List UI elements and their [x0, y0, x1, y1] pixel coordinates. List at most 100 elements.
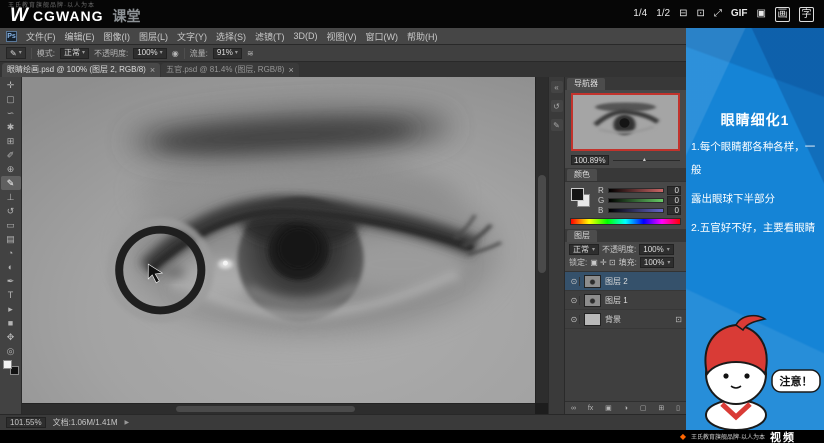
- brushes-panel-icon[interactable]: ✎: [550, 119, 563, 131]
- speed-quarter-button[interactable]: 1/4: [633, 7, 647, 21]
- draw-button[interactable]: 画: [775, 6, 790, 22]
- layer-name[interactable]: 背景: [605, 314, 621, 325]
- zoom-tool[interactable]: ◎: [1, 344, 21, 358]
- lasso-tool[interactable]: ∽: [1, 106, 21, 120]
- gif-button[interactable]: GIF: [731, 7, 748, 21]
- snapshot-icon[interactable]: ▣: [757, 7, 766, 21]
- brush-tool[interactable]: ✎: [0, 176, 21, 190]
- blur-tool[interactable]: ◔: [1, 246, 21, 260]
- pen-panel-icon[interactable]: ⊟: [679, 7, 687, 21]
- close-tab-icon[interactable]: ×: [150, 63, 155, 77]
- navigator-zoom-value[interactable]: 100.89%: [571, 155, 609, 165]
- vertical-scrollbar[interactable]: [535, 77, 548, 403]
- layer-name[interactable]: 图层 1: [605, 295, 628, 306]
- layer-opacity-dropdown[interactable]: 100% ▾: [639, 244, 674, 255]
- menu-file[interactable]: 文件(F): [26, 30, 56, 43]
- gradient-tool[interactable]: ▤: [1, 232, 21, 246]
- navigator-proxy-view[interactable]: [571, 93, 680, 151]
- menu-select[interactable]: 选择(S): [216, 30, 246, 43]
- blue-value[interactable]: 0: [667, 205, 681, 215]
- tab-color[interactable]: 颜色: [567, 169, 597, 181]
- color-swatches[interactable]: [2, 360, 19, 375]
- layer-thumbnail[interactable]: [584, 293, 601, 307]
- layer-row-layer1[interactable]: ⊙ 图层 1: [565, 291, 686, 310]
- layer-thumbnail[interactable]: [584, 312, 601, 326]
- layer-mask-icon[interactable]: ▣: [605, 404, 612, 412]
- pressure-icon[interactable]: ◉: [172, 49, 179, 58]
- crop-tool[interactable]: ⊞: [1, 134, 21, 148]
- menu-layer[interactable]: 图层(L): [139, 30, 168, 43]
- visibility-eye-icon[interactable]: ⊙: [569, 295, 580, 305]
- menu-3d[interactable]: 3D(D): [294, 31, 318, 41]
- horizontal-scrollbar-thumb[interactable]: [175, 406, 356, 412]
- quick-selection-tool[interactable]: ✱: [1, 120, 21, 134]
- link-layers-icon[interactable]: ∞: [571, 405, 576, 412]
- navigator-zoom-slider[interactable]: ▴: [612, 157, 680, 163]
- delete-layer-icon[interactable]: ▯: [676, 404, 680, 412]
- healing-brush-tool[interactable]: ⊕: [1, 162, 21, 176]
- eye-painting-canvas[interactable]: [22, 77, 535, 403]
- menu-help[interactable]: 帮助(H): [407, 30, 438, 43]
- move-tool[interactable]: ✛: [1, 78, 21, 92]
- foreground-color-swatch[interactable]: [2, 360, 12, 369]
- type-tool[interactable]: T: [1, 288, 21, 302]
- menu-filter[interactable]: 滤镜(T): [255, 30, 285, 43]
- blue-slider[interactable]: [608, 207, 664, 213]
- marquee-tool[interactable]: ▢: [1, 92, 21, 106]
- menu-image[interactable]: 图像(I): [104, 30, 131, 43]
- layer-row-layer2[interactable]: ⊙ 图层 2: [565, 272, 686, 291]
- layer-row-background[interactable]: ⊙ 背景 ⊡: [565, 310, 686, 329]
- layer-effects-icon[interactable]: fx: [588, 405, 593, 412]
- red-value[interactable]: 0: [667, 185, 681, 195]
- menu-view[interactable]: 视图(V): [327, 30, 357, 43]
- layer-group-icon[interactable]: ▢: [640, 404, 647, 412]
- menu-type[interactable]: 文字(Y): [177, 30, 207, 43]
- history-panel-icon[interactable]: ↺: [550, 100, 563, 112]
- lock-icons[interactable]: ▣ ✛ ⊡: [590, 258, 615, 267]
- visibility-eye-icon[interactable]: ⊙: [569, 314, 580, 324]
- blend-mode-dropdown[interactable]: 正常 ▾: [59, 47, 89, 59]
- pen-tool[interactable]: ✒: [1, 274, 21, 288]
- vertical-scrollbar-thumb[interactable]: [538, 174, 546, 273]
- airbrush-icon[interactable]: ≋: [247, 49, 254, 58]
- speed-half-button[interactable]: 1/2: [656, 7, 670, 21]
- status-zoom-field[interactable]: 101.55%: [6, 417, 46, 428]
- path-selection-tool[interactable]: ▸: [1, 302, 21, 316]
- menu-window[interactable]: 窗口(W): [366, 30, 399, 43]
- red-slider[interactable]: [608, 187, 664, 193]
- collapse-dock-icon[interactable]: «: [550, 81, 563, 93]
- visibility-eye-icon[interactable]: ⊙: [569, 276, 580, 286]
- layer-fill-dropdown[interactable]: 100% ▾: [639, 257, 675, 268]
- layer-name[interactable]: 图层 2: [605, 276, 628, 287]
- clone-stamp-tool[interactable]: ⊥: [1, 190, 21, 204]
- layer-blend-mode-dropdown[interactable]: 正常 ▾: [569, 244, 600, 255]
- zoom-slider-thumb-icon[interactable]: ▴: [643, 156, 646, 163]
- tab-layers[interactable]: 图层: [567, 230, 597, 242]
- layer-thumbnail[interactable]: [584, 274, 601, 288]
- eyedropper-tool[interactable]: ✐: [1, 148, 21, 162]
- menu-edit[interactable]: 编辑(E): [65, 30, 95, 43]
- green-value[interactable]: 0: [667, 195, 681, 205]
- new-layer-icon[interactable]: ⊞: [658, 404, 664, 412]
- horizontal-scrollbar[interactable]: [22, 403, 535, 414]
- flow-dropdown[interactable]: 91% ▾: [212, 47, 242, 59]
- shape-tool[interactable]: ■: [1, 316, 21, 330]
- adjustment-layer-icon[interactable]: ◑: [624, 405, 628, 412]
- document-tab-inactive[interactable]: 五官.psd @ 81.4% (图层, RGB/8) ×: [161, 63, 299, 77]
- tab-navigator[interactable]: 导航器: [567, 78, 605, 90]
- hand-tool[interactable]: ✥: [1, 330, 21, 344]
- brush-preset-picker[interactable]: ✎ ▾: [6, 47, 26, 59]
- fullscreen-icon[interactable]: ⤢: [714, 7, 722, 21]
- color-spectrum-ramp[interactable]: [570, 218, 681, 225]
- document-tab-active[interactable]: 眼睛绘画.psd @ 100% (图层 2, RGB/8) ×: [2, 63, 161, 77]
- panel-foreground-swatch[interactable]: [571, 188, 584, 201]
- status-arrow-icon[interactable]: ▶: [125, 419, 130, 426]
- dodge-tool[interactable]: ◐: [1, 260, 21, 274]
- history-brush-tool[interactable]: ↺: [1, 204, 21, 218]
- monitor-icon[interactable]: ⊡: [696, 7, 704, 21]
- eraser-tool[interactable]: ▭: [1, 218, 21, 232]
- close-tab-icon[interactable]: ×: [288, 63, 293, 77]
- opacity-dropdown[interactable]: 100% ▾: [133, 47, 167, 59]
- text-button[interactable]: 字: [799, 6, 814, 22]
- green-slider[interactable]: [608, 197, 664, 203]
